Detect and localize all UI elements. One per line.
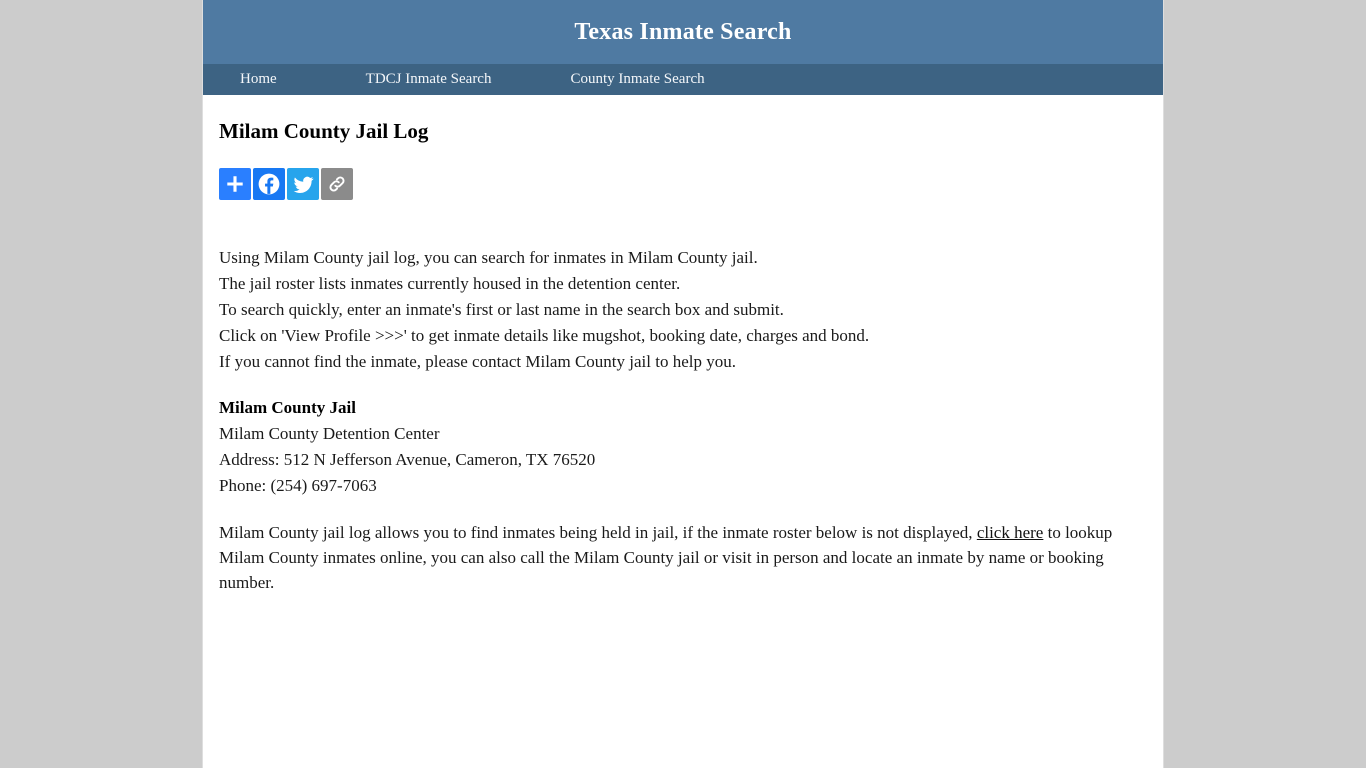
- share-facebook-button[interactable]: [253, 168, 285, 200]
- plus-icon: [224, 173, 246, 195]
- page-container: Texas Inmate Search Home TDCJ Inmate Sea…: [203, 0, 1163, 768]
- intro-line: Click on 'View Profile >>>' to get inmat…: [219, 326, 870, 345]
- share-copy-link-button[interactable]: [321, 168, 353, 200]
- jail-phone: Phone: (254) 697-7063: [219, 476, 377, 495]
- link-icon: [326, 173, 348, 195]
- site-title: Texas Inmate Search: [574, 19, 792, 45]
- click-here-link[interactable]: click here: [977, 523, 1044, 542]
- closing-text: Milam County jail log allows you to find…: [219, 520, 1134, 595]
- closing-text-before-link: Milam County jail log allows you to find…: [219, 523, 977, 542]
- main-navigation: Home TDCJ Inmate Search County Inmate Se…: [203, 64, 1163, 95]
- main-content: Milam County Jail Log Using Milam County…: [203, 95, 1163, 615]
- jail-info-block: Milam County Jail Milam County Detention…: [219, 395, 1139, 499]
- site-header: Texas Inmate Search: [203, 0, 1163, 64]
- intro-line: If you cannot find the inmate, please co…: [219, 352, 736, 371]
- jail-name: Milam County Jail: [219, 398, 356, 417]
- share-bar: [219, 168, 1139, 200]
- intro-line: To search quickly, enter an inmate's fir…: [219, 300, 784, 319]
- share-twitter-button[interactable]: [287, 168, 319, 200]
- intro-line: Using Milam County jail log, you can sea…: [219, 248, 758, 267]
- nav-item-tdcj-inmate-search[interactable]: TDCJ Inmate Search: [366, 64, 492, 95]
- intro-line: The jail roster lists inmates currently …: [219, 274, 681, 293]
- intro-paragraph: Using Milam County jail log, you can sea…: [219, 245, 1139, 375]
- nav-item-home[interactable]: Home: [240, 64, 277, 95]
- page-title: Milam County Jail Log: [219, 119, 429, 143]
- facebook-icon: [257, 172, 281, 196]
- jail-facility: Milam County Detention Center: [219, 424, 440, 443]
- closing-paragraph: Milam County jail log allows you to find…: [219, 520, 1134, 595]
- nav-item-county-inmate-search[interactable]: County Inmate Search: [570, 64, 704, 95]
- share-addthis-button[interactable]: [219, 168, 251, 200]
- jail-address: Address: 512 N Jefferson Avenue, Cameron…: [219, 450, 596, 469]
- twitter-icon: [292, 173, 315, 196]
